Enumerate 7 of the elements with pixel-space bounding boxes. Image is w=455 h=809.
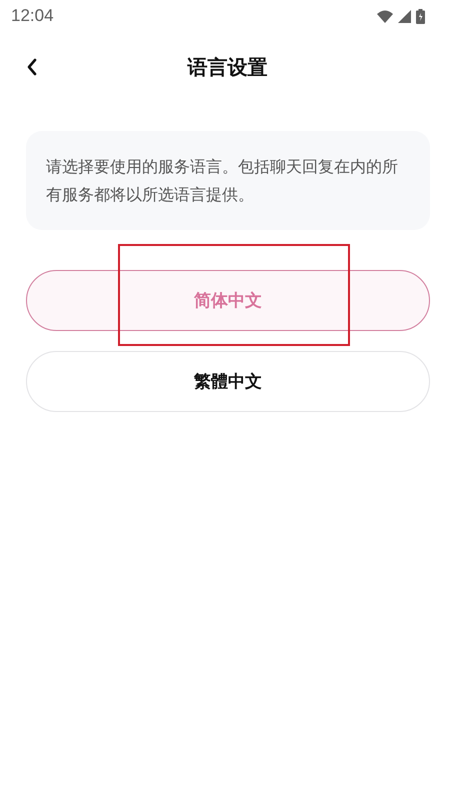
page-title: 语言设置 [188, 54, 268, 80]
battery-icon [416, 8, 425, 24]
notice-text: 请选择要使用的服务语言。包括聊天回复在内的所有服务都将以所选语言提供。 [46, 156, 399, 206]
status-time: 12:04 [11, 6, 54, 26]
wifi-icon [377, 10, 393, 22]
signal-icon [398, 10, 411, 22]
language-option[interactable]: 繁體中文 [26, 351, 430, 412]
